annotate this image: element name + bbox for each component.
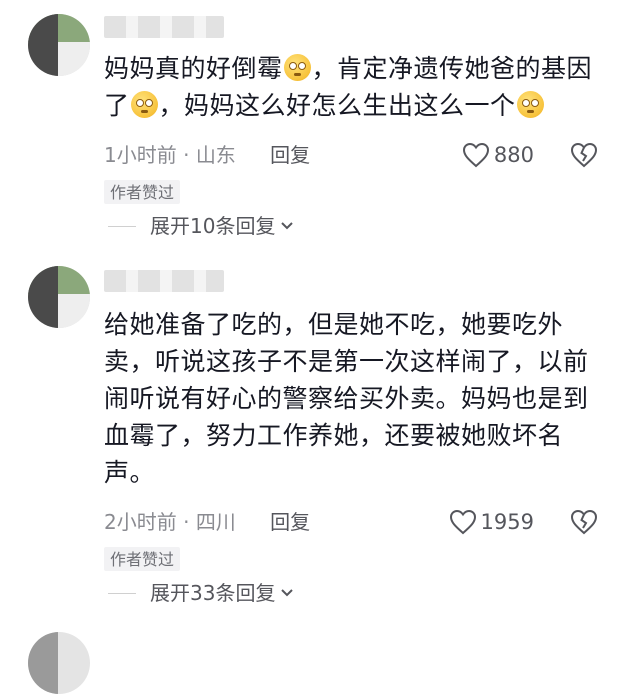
user-name-blurred[interactable] [104,16,224,38]
avatar[interactable] [28,266,90,328]
meta-separator: · [183,143,190,167]
comment-text: 妈妈真的好倒霉 ，肯定净遗传她爸的基因了 ，妈妈这么好怎么生出这么一个 [104,50,604,124]
author-liked-badge: 作者赞过 [104,180,181,204]
comment-meta: 1小时前 · 山东 回复 [104,141,310,169]
broken-heart-icon[interactable] [570,141,598,169]
comment-text: 给她准备了吃的，但是她不吃，她要吃外卖，听说这孩子不是第一次这样闹了，以前闹听说… [104,310,589,487]
avatar-next-comment[interactable] [28,632,90,694]
user-name-blurred[interactable] [104,270,224,292]
divider-line [108,225,136,227]
comment-text-part: ，妈妈这么好怎么生出这么一个 [158,91,516,120]
heart-outline-icon [462,142,489,168]
chevron-down-icon [281,589,294,597]
author-liked-badge: 作者赞过 [104,547,181,571]
flushed-face-emoji-icon [516,91,544,118]
comment-time: 1小时前 [104,143,177,167]
reply-button[interactable]: 回复 [270,510,310,534]
avatar[interactable] [28,14,90,76]
reply-button[interactable]: 回复 [270,143,310,167]
expand-replies-label: 展开33条回复 [150,581,276,605]
like-button[interactable]: 1959 [449,508,534,536]
comment-time: 2小时前 [104,510,177,534]
flushed-face-emoji-icon [283,54,311,81]
like-button[interactable]: 880 [462,141,534,169]
expand-replies-button[interactable]: 展开10条回复 [108,212,295,240]
heart-outline-icon [449,509,476,535]
expand-replies-label: 展开10条回复 [150,214,276,238]
expand-replies-button[interactable]: 展开33条回复 [108,579,295,607]
comment-location: 山东 [195,143,236,167]
comment-text-part: 妈妈真的好倒霉 [104,54,283,83]
meta-separator: · [183,510,190,534]
divider-line [108,592,136,594]
chevron-down-icon [281,222,294,230]
comment-location: 四川 [195,510,236,534]
like-count: 880 [493,143,534,167]
comment-meta: 2小时前 · 四川 回复 [104,508,310,536]
broken-heart-icon[interactable] [570,508,598,536]
flushed-face-emoji-icon [130,91,158,118]
like-count: 1959 [480,510,534,534]
